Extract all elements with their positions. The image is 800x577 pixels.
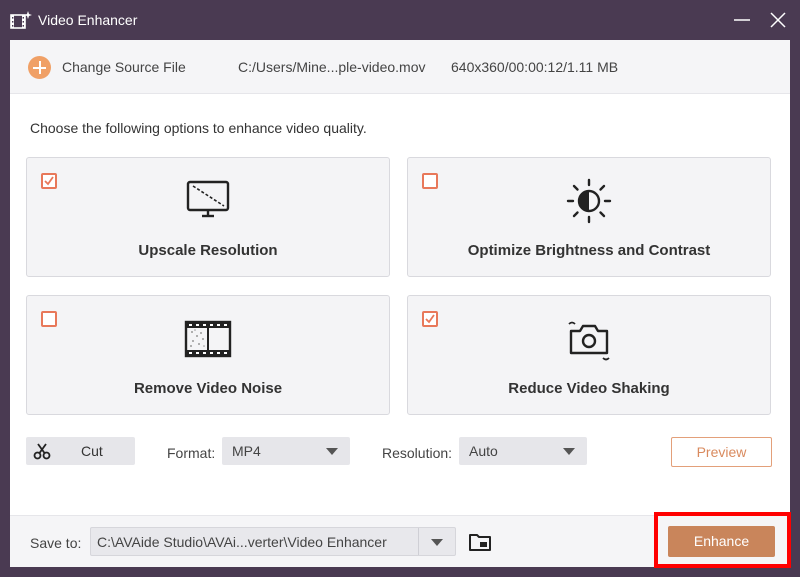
chevron-down-icon[interactable] — [431, 539, 443, 546]
camera-shake-icon — [565, 316, 613, 362]
option-label: Reduce Video Shaking — [508, 380, 670, 397]
format-value: MP4 — [232, 443, 261, 459]
title-bar: Video Enhancer — [0, 0, 800, 40]
option-reduce-shaking[interactable]: Reduce Video Shaking — [407, 295, 771, 415]
scissors-icon — [33, 442, 51, 460]
divider — [418, 528, 419, 555]
main-panel: Change Source File C:/Users/Mine...ple-v… — [10, 40, 791, 568]
resolution-value: Auto — [469, 443, 498, 459]
brightness-icon — [565, 178, 613, 224]
noise-checkbox[interactable] — [41, 311, 57, 327]
cut-button[interactable]: Cut — [26, 437, 135, 465]
save-path-value: C:\AVAide Studio\AVAi...verter\Video Enh… — [97, 534, 387, 550]
source-file-path: C:/Users/Mine...ple-video.mov — [238, 59, 426, 75]
monitor-upscale-icon — [184, 178, 232, 224]
folder-icon[interactable] — [468, 531, 492, 553]
option-label: Upscale Resolution — [138, 242, 278, 259]
source-file-meta: 640x360/00:00:12/1.11 MB — [451, 59, 619, 75]
upscale-checkbox[interactable] — [41, 173, 57, 189]
chevron-down-icon — [563, 448, 575, 455]
option-label: Remove Video Noise — [133, 380, 283, 397]
option-brightness-contrast[interactable]: Optimize Brightness and Contrast — [407, 157, 771, 277]
format-label: Format: — [167, 445, 216, 461]
save-to-label: Save to: — [30, 535, 82, 551]
minimize-icon[interactable] — [730, 8, 754, 32]
plus-circle-icon[interactable] — [28, 56, 51, 79]
enhance-button[interactable]: Enhance — [668, 526, 775, 557]
change-source-button[interactable]: Change Source File — [62, 59, 186, 75]
window-title: Video Enhancer — [38, 12, 138, 28]
option-remove-noise[interactable]: Remove Video Noise — [26, 295, 390, 415]
chevron-down-icon — [326, 448, 338, 455]
save-path-field[interactable]: C:\AVAide Studio\AVAi...verter\Video Enh… — [90, 527, 456, 556]
option-upscale-resolution[interactable]: Upscale Resolution — [26, 157, 390, 277]
source-bar: Change Source File C:/Users/Mine...ple-v… — [10, 40, 790, 94]
film-sparkle-icon — [10, 10, 32, 30]
shaking-checkbox[interactable] — [422, 311, 438, 327]
instruction-text: Choose the following options to enhance … — [30, 120, 367, 136]
format-select[interactable]: MP4 — [222, 437, 350, 465]
film-noise-icon — [184, 316, 232, 362]
brightness-checkbox[interactable] — [422, 173, 438, 189]
option-label: Optimize Brightness and Contrast — [467, 242, 711, 259]
resolution-label: Resolution: — [382, 445, 453, 461]
cut-label: Cut — [81, 443, 103, 459]
resolution-select[interactable]: Auto — [459, 437, 587, 465]
preview-button[interactable]: Preview — [671, 437, 772, 467]
close-icon[interactable] — [766, 8, 790, 32]
